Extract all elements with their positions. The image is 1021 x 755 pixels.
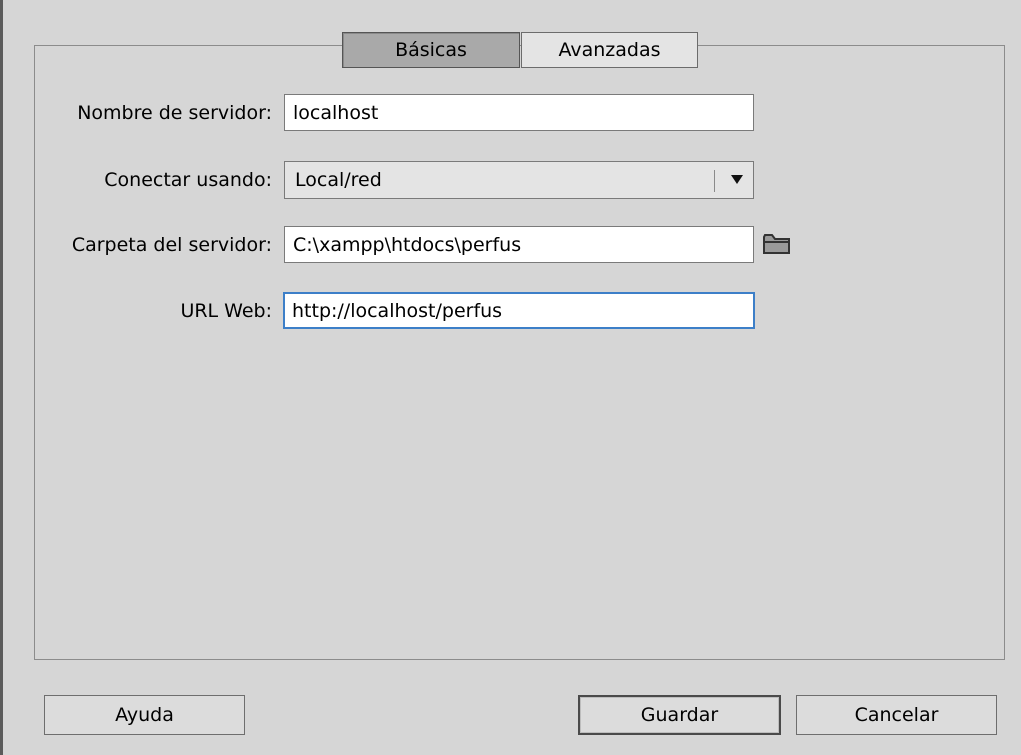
cancel-button[interactable]: Cancelar <box>796 695 997 735</box>
web-url-label: URL Web: <box>180 300 272 322</box>
tab-advanced[interactable]: Avanzadas <box>521 32 698 68</box>
server-folder-label: Carpeta del servidor: <box>71 234 272 256</box>
web-url-input[interactable]: http://localhost/perfus <box>283 292 755 329</box>
dropdown-divider <box>714 170 715 192</box>
help-button[interactable]: Ayuda <box>44 695 245 735</box>
server-settings-panel <box>34 45 1005 660</box>
folder-icon[interactable] <box>762 231 792 257</box>
connect-using-value: Local/red <box>295 169 382 191</box>
tab-bar: Básicas Avanzadas <box>342 32 698 68</box>
chevron-down-icon[interactable] <box>731 175 743 184</box>
server-name-input[interactable]: localhost <box>284 94 754 131</box>
connect-using-label: Conectar usando: <box>104 169 272 191</box>
window-left-edge <box>0 0 3 755</box>
server-name-label: Nombre de servidor: <box>77 102 272 124</box>
connect-using-dropdown[interactable]: Local/red <box>284 161 754 199</box>
save-button[interactable]: Guardar <box>578 695 781 735</box>
tab-basic[interactable]: Básicas <box>342 32 520 68</box>
server-folder-input[interactable]: C:\xampp\htdocs\perfus <box>284 226 754 263</box>
